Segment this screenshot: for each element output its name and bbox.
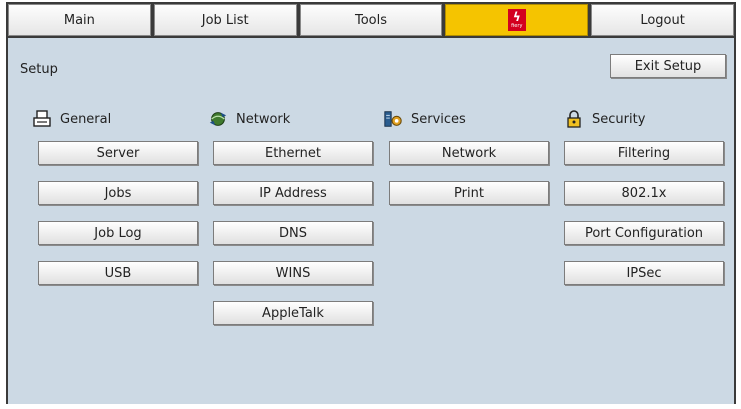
network-icon	[208, 109, 228, 129]
general-server-button[interactable]: Server	[38, 141, 198, 165]
tab-bar: Main Job List Tools ϟ fiery Logout	[8, 2, 734, 38]
section-general-title: General	[60, 111, 112, 127]
section-network-header: Network	[208, 108, 290, 130]
network-ethernet-button[interactable]: Ethernet	[213, 141, 373, 165]
tab-job-list[interactable]: Job List	[153, 4, 297, 36]
section-security-header: Security	[564, 108, 645, 130]
window: Main Job List Tools ϟ fiery Logout Setup…	[6, 2, 736, 404]
services-network-label: Network	[441, 145, 497, 161]
security-port-configuration-label: Port Configuration	[584, 225, 704, 241]
network-wins-button[interactable]: WINS	[213, 261, 373, 285]
tab-main-label: Main	[63, 12, 95, 28]
tab-main[interactable]: Main	[8, 4, 151, 36]
services-print-button[interactable]: Print	[389, 181, 549, 205]
general-jobs-button[interactable]: Jobs	[38, 181, 198, 205]
network-appletalk-label: AppleTalk	[262, 305, 324, 321]
network-ethernet-label: Ethernet	[265, 145, 321, 161]
network-dns-button[interactable]: DNS	[213, 221, 373, 245]
section-services-header: Services	[383, 108, 466, 130]
services-icon	[383, 109, 403, 129]
section-security-title: Security	[592, 111, 646, 127]
exit-setup-button[interactable]: Exit Setup	[610, 54, 726, 78]
exit-setup-label: Exit Setup	[634, 58, 702, 74]
security-ipsec-button[interactable]: IPSec	[564, 261, 724, 285]
general-job-log-label: Job Log	[94, 225, 142, 241]
page-title: Setup	[20, 62, 58, 77]
services-print-label: Print	[454, 185, 484, 201]
tab-tools-label: Tools	[354, 12, 387, 28]
tab-logout[interactable]: Logout	[591, 4, 734, 36]
tab-tools[interactable]: Tools	[299, 4, 443, 36]
section-network-title: Network	[236, 111, 291, 127]
general-jobs-label: Jobs	[104, 185, 132, 201]
security-8021x-button[interactable]: 802.1x	[564, 181, 724, 205]
security-filtering-button[interactable]: Filtering	[564, 141, 724, 165]
network-ip-address-button[interactable]: IP Address	[213, 181, 373, 205]
general-usb-label: USB	[104, 265, 132, 281]
network-wins-label: WINS	[275, 265, 311, 281]
security-port-configuration-button[interactable]: Port Configuration	[564, 221, 724, 245]
security-8021x-label: 802.1x	[621, 185, 667, 201]
fiery-logo-text: fiery	[511, 23, 523, 29]
network-ip-address-label: IP Address	[259, 185, 327, 201]
tab-logout-label: Logout	[640, 12, 685, 28]
network-appletalk-button[interactable]: AppleTalk	[213, 301, 373, 325]
section-services-title: Services	[411, 111, 466, 127]
printer-icon	[32, 109, 52, 129]
tab-fiery[interactable]: ϟ fiery	[445, 4, 589, 36]
general-usb-button[interactable]: USB	[38, 261, 198, 285]
tab-job-list-label: Job List	[201, 12, 249, 28]
security-filtering-label: Filtering	[617, 145, 671, 161]
fiery-logo-icon: ϟ fiery	[507, 9, 526, 31]
section-general-header: General	[32, 108, 111, 130]
security-ipsec-label: IPSec	[626, 265, 662, 281]
general-job-log-button[interactable]: Job Log	[38, 221, 198, 245]
network-dns-label: DNS	[279, 225, 307, 241]
lightning-icon: ϟ	[512, 10, 521, 24]
lock-icon	[564, 109, 584, 129]
services-network-button[interactable]: Network	[389, 141, 549, 165]
general-server-label: Server	[96, 145, 140, 161]
